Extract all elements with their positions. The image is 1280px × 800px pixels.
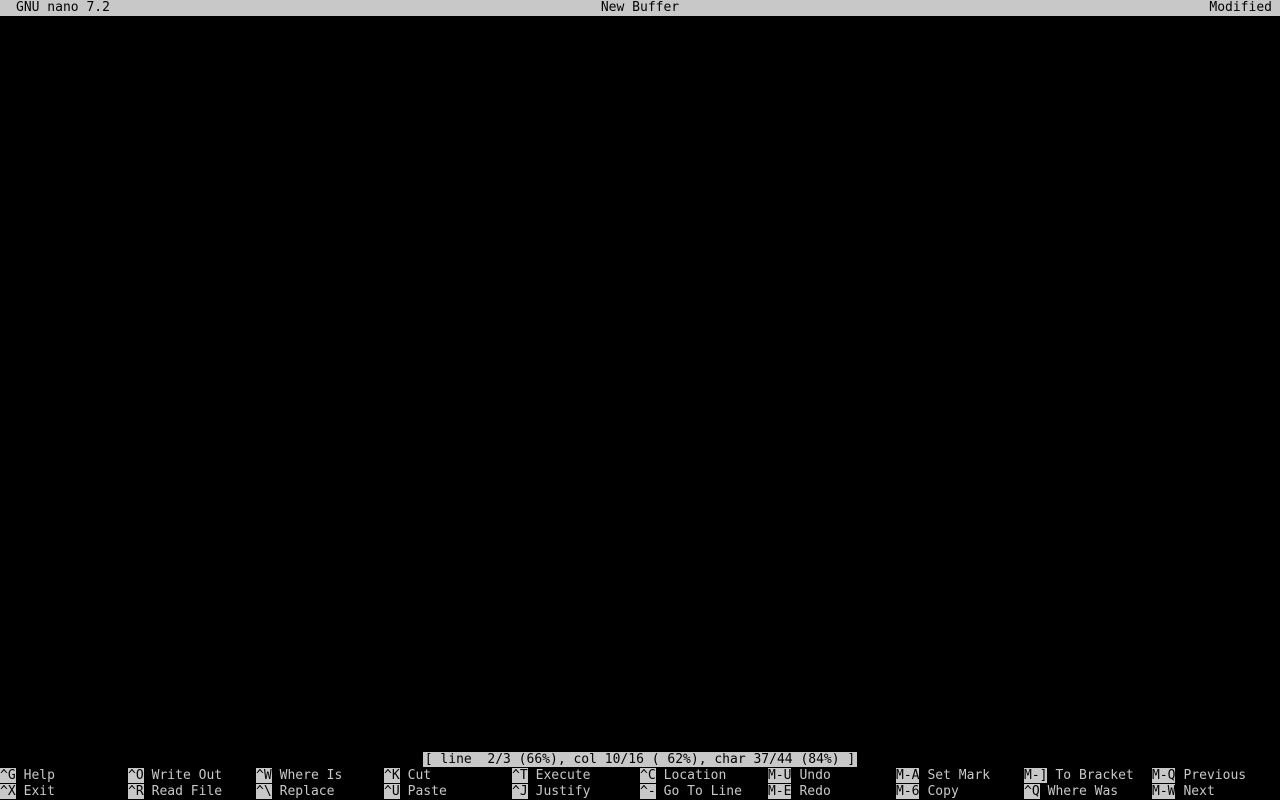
- shortcut-to-bracket[interactable]: M-] To Bracket: [1024, 768, 1134, 784]
- shortcut-label: Redo: [799, 784, 831, 799]
- shortcut-label: Read File: [151, 784, 223, 799]
- shortcut-row-1: ^G Help ^O Write Out ^W Where Is ^K Cut ^T Ex…: [0, 768, 1280, 784]
- shortcut-label: To Bracket: [1055, 768, 1134, 783]
- buffer-line-2[interactable]: [0, 32, 1280, 48]
- shortcut-key: M-U: [768, 768, 792, 783]
- shortcut-label: Undo: [799, 768, 831, 783]
- shortcut-key: M-E: [768, 784, 792, 799]
- shortcut-redo[interactable]: M-E Redo: [768, 784, 831, 800]
- shortcut-key: ^G: [0, 768, 16, 783]
- buffer-name: New Buffer: [600, 0, 680, 15]
- shortcut-next[interactable]: M-W Next: [1152, 784, 1215, 800]
- shortcut-label: Cut: [407, 768, 432, 783]
- shortcut-key: ^O: [128, 768, 144, 783]
- shortcut-go-to-line[interactable]: ^- Go To Line: [640, 784, 742, 800]
- shortcut-copy[interactable]: M-6 Copy: [896, 784, 959, 800]
- shortcut-key: ^Q: [1024, 784, 1040, 799]
- shortcut-key: ^-: [640, 784, 656, 799]
- shortcut-write-out[interactable]: ^O Write Out: [128, 768, 222, 784]
- shortcut-set-mark[interactable]: M-A Set Mark: [896, 768, 990, 784]
- shortcut-key: ^T: [512, 768, 528, 783]
- shortcut-paste[interactable]: ^U Paste: [384, 784, 447, 800]
- shortcut-read-file[interactable]: ^R Read File: [128, 784, 222, 800]
- shortcut-label: Write Out: [151, 768, 223, 783]
- shortcut-label: Where Is: [279, 768, 343, 783]
- shortcut-key: ^J: [512, 784, 528, 799]
- buffer-line-1[interactable]: [0, 16, 1280, 32]
- shortcut-label: Justify: [535, 784, 591, 799]
- shortcut-help[interactable]: ^G Help: [0, 768, 55, 784]
- shortcut-replace[interactable]: ^\ Replace: [256, 784, 334, 800]
- shortcut-execute[interactable]: ^T Execute: [512, 768, 590, 784]
- shortcut-label: Previous: [1183, 768, 1247, 783]
- shortcut-key: ^W: [256, 768, 272, 783]
- shortcut-key: M-]: [1024, 768, 1048, 783]
- shortcut-key: M-A: [896, 768, 920, 783]
- shortcut-key: ^X: [0, 784, 16, 799]
- shortcut-label: Copy: [927, 784, 959, 799]
- shortcut-label: Exit: [23, 784, 55, 799]
- shortcut-label: Go To Line: [663, 784, 742, 799]
- modified-indicator: Modified: [1209, 0, 1272, 15]
- shortcut-label: Execute: [535, 768, 591, 783]
- shortcut-cut[interactable]: ^K Cut: [384, 768, 431, 784]
- shortcut-row-2: ^X Exit ^R Read File ^\ Replace ^U Paste ^J J…: [0, 784, 1280, 800]
- shortcut-location[interactable]: ^C Location: [640, 768, 726, 784]
- shortcut-key: ^U: [384, 784, 400, 799]
- shortcut-label: Replace: [279, 784, 335, 799]
- shortcut-exit[interactable]: ^X Exit: [0, 784, 55, 800]
- shortcut-label: Set Mark: [927, 768, 991, 783]
- shortcut-undo[interactable]: M-U Undo: [768, 768, 831, 784]
- shortcut-label: Where Was: [1047, 784, 1119, 799]
- shortcut-label: Next: [1183, 784, 1215, 799]
- shortcut-label: Location: [663, 768, 727, 783]
- shortcut-key: ^R: [128, 784, 144, 799]
- shortcut-label: Paste: [407, 784, 447, 799]
- editor-buffer[interactable]: [0, 16, 1280, 752]
- status-bar: [ line 2/3 (66%), col 10/16 ( 62%), char…: [0, 752, 1280, 768]
- shortcut-where-is[interactable]: ^W Where Is: [256, 768, 342, 784]
- shortcut-key: M-Q: [1152, 768, 1176, 783]
- title-bar: New Buffer GNU nano 7.2 Modified: [0, 0, 1280, 16]
- shortcut-key: ^C: [640, 768, 656, 783]
- shortcut-key: M-6: [896, 784, 920, 799]
- shortcut-where-was[interactable]: ^Q Where Was: [1024, 784, 1118, 800]
- shortcut-label: Help: [23, 768, 55, 783]
- shortcut-key: ^\: [256, 784, 272, 799]
- shortcut-previous[interactable]: M-Q Previous: [1152, 768, 1246, 784]
- shortcut-justify[interactable]: ^J Justify: [512, 784, 590, 800]
- cursor-position-status: [ line 2/3 (66%), col 10/16 ( 62%), char…: [422, 752, 858, 767]
- shortcut-key: ^K: [384, 768, 400, 783]
- shortcut-key: M-W: [1152, 784, 1176, 799]
- app-version: GNU nano 7.2: [16, 0, 110, 15]
